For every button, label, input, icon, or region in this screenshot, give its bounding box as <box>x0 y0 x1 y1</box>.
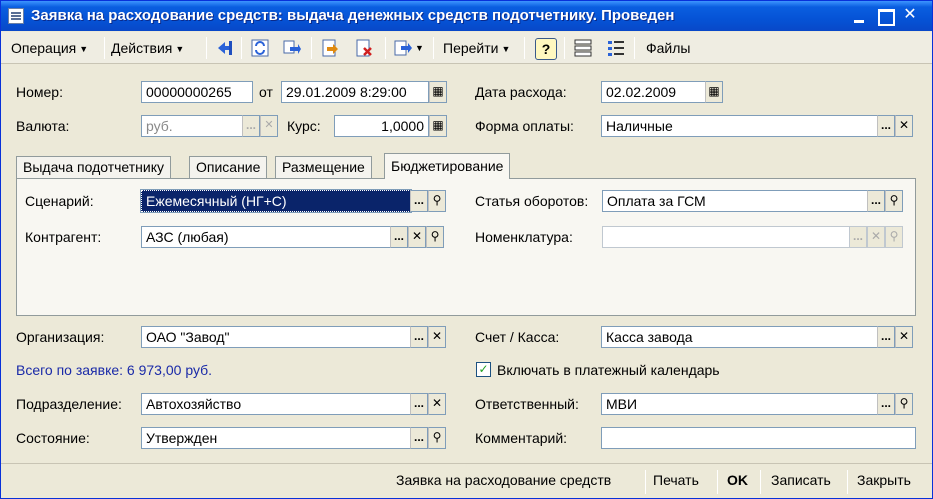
maximize-button[interactable] <box>874 5 896 27</box>
select-button-icon[interactable]: ... <box>877 115 895 137</box>
select-button-icon[interactable]: ... <box>867 190 885 212</box>
tab-description[interactable]: Описание <box>189 156 268 179</box>
document-date-field[interactable]: 29.01.2009 8:29:00 <box>281 81 429 103</box>
open-search-icon[interactable]: ⚲ <box>426 226 444 248</box>
comment-label: Комментарий: <box>475 430 568 446</box>
account-label: Счет / Касса: <box>475 329 560 345</box>
select-button-icon[interactable]: ... <box>877 393 895 415</box>
tab-issue-to-accountable[interactable]: Выдача подотчетнику <box>16 156 171 179</box>
open-search-icon[interactable]: ⚲ <box>885 190 903 212</box>
rate-label: Курс: <box>287 118 321 134</box>
calendar-icon[interactable]: ▦ <box>705 81 723 103</box>
copy-arrows-icon[interactable] <box>282 38 302 58</box>
clear-icon[interactable]: ✕ <box>428 326 446 348</box>
state-field[interactable]: Утвержден <box>141 427 411 449</box>
movements-list-icon[interactable] <box>606 38 626 58</box>
responsible-label: Ответственный: <box>475 396 579 412</box>
refresh-icon[interactable] <box>250 38 270 58</box>
select-button-icon[interactable]: ... <box>410 190 428 212</box>
print-button[interactable]: Печать <box>653 472 699 488</box>
actions-menu[interactable]: Действия ▼ <box>111 37 184 59</box>
currency-label: Валюта: <box>16 118 70 134</box>
contractor-label: Контрагент: <box>25 229 102 245</box>
help-button[interactable]: ? <box>535 38 557 60</box>
goto-menu[interactable]: Перейти ▼ <box>443 37 510 59</box>
scenario-field[interactable]: Ежемесячный (НГ+С) <box>140 189 412 213</box>
select-button-icon[interactable]: ... <box>410 427 428 449</box>
responsible-field[interactable]: МВИ <box>601 393 878 415</box>
open-search-icon[interactable]: ⚲ <box>428 190 446 212</box>
turnover-item-field[interactable]: Оплата за ГСМ <box>602 190 868 212</box>
open-search-icon[interactable]: ⚲ <box>885 226 903 248</box>
select-button-icon[interactable]: ... <box>410 326 428 348</box>
post-document-icon[interactable] <box>320 38 340 58</box>
state-label: Состояние: <box>16 430 90 446</box>
organization-label: Организация: <box>16 329 105 345</box>
clear-icon[interactable]: ✕ <box>428 393 446 415</box>
contractor-field[interactable]: АЗС (любая) <box>141 226 391 248</box>
select-button-icon[interactable]: ... <box>410 393 428 415</box>
dropdown-arrow-icon: ▼ <box>175 44 185 54</box>
clear-icon[interactable]: ✕ <box>895 326 913 348</box>
number-label: Номер: <box>16 84 63 100</box>
select-button-icon[interactable]: ... <box>390 226 408 248</box>
expense-date-label: Дата расхода: <box>475 84 567 100</box>
total-amount-text: Всего по заявке: 6 973,00 руб. <box>16 362 213 378</box>
calculator-icon[interactable]: ▦ <box>429 115 447 137</box>
turnover-item-label: Статья оборотов: <box>475 193 589 209</box>
document-window: Заявка на расходование средств: выдача д… <box>0 0 933 499</box>
tab-budgeting[interactable]: Бюджетирование <box>384 153 511 179</box>
title-bar[interactable]: Заявка на расходование средств: выдача д… <box>1 1 932 31</box>
open-search-icon[interactable]: ⚲ <box>428 427 446 449</box>
select-button-icon[interactable]: ... <box>849 226 867 248</box>
payment-form-field[interactable]: Наличные <box>601 115 878 137</box>
unpost-document-icon[interactable] <box>354 38 374 58</box>
include-calendar-label[interactable]: Включать в платежный календарь <box>497 362 720 378</box>
department-field[interactable]: Автохозяйство <box>141 393 411 415</box>
select-button-icon[interactable]: ... <box>877 326 895 348</box>
document-icon <box>8 8 24 24</box>
dropdown-arrow-icon[interactable]: ▼ <box>415 37 424 59</box>
scenario-label: Сценарий: <box>25 193 94 209</box>
organization-field[interactable]: ОАО "Завод" <box>141 326 411 348</box>
department-label: Подразделение: <box>16 396 122 412</box>
close-button[interactable]: Закрыть <box>857 472 911 488</box>
close-window-button[interactable]: ✕ <box>899 5 921 27</box>
minimize-button[interactable] <box>849 5 871 27</box>
account-field[interactable]: Касса завода <box>601 326 878 348</box>
clear-icon[interactable]: ✕ <box>895 115 913 137</box>
based-on-icon[interactable] <box>393 38 413 58</box>
from-label: от <box>259 84 273 100</box>
payment-form-label: Форма оплаты: <box>475 118 574 134</box>
expense-date-field[interactable]: 02.02.2009 <box>601 81 707 103</box>
toolbar: Операция ▼ Действия ▼ ▼ Перейти ▼ ? Файл… <box>1 32 932 64</box>
print-form-button[interactable]: Заявка на расходование средств <box>396 472 611 488</box>
calendar-icon[interactable]: ▦ <box>429 81 447 103</box>
files-button[interactable]: Файлы <box>646 37 690 59</box>
comment-field[interactable] <box>601 427 916 449</box>
nomenclature-label: Номенклатура: <box>475 229 573 245</box>
include-calendar-checkbox[interactable]: ✓ <box>476 362 491 377</box>
check-icon: ✓ <box>478 362 489 376</box>
structure-icon[interactable] <box>573 38 593 58</box>
rate-field[interactable]: 1,0000 <box>334 115 429 137</box>
tab-placement[interactable]: Размещение <box>275 156 372 179</box>
number-field[interactable]: 00000000265 <box>141 81 253 103</box>
nomenclature-field[interactable] <box>602 226 850 248</box>
bottom-command-bar: Заявка на расходование средств Печать OK… <box>1 463 932 498</box>
dropdown-arrow-icon: ▼ <box>79 44 89 54</box>
currency-field[interactable]: руб. <box>141 115 243 137</box>
clear-icon[interactable]: ✕ <box>867 226 885 248</box>
back-arrow-icon[interactable] <box>215 38 235 58</box>
operation-menu[interactable]: Операция ▼ <box>11 37 88 59</box>
clear-icon[interactable]: ✕ <box>408 226 426 248</box>
save-button[interactable]: Записать <box>771 472 831 488</box>
dropdown-arrow-icon: ▼ <box>501 44 511 54</box>
ok-button[interactable]: OK <box>727 472 748 488</box>
open-search-icon[interactable]: ⚲ <box>895 393 913 415</box>
select-button-icon[interactable]: ... <box>242 115 260 137</box>
clear-icon[interactable]: ✕ <box>260 115 278 137</box>
window-title: Заявка на расходование средств: выдача д… <box>31 7 675 24</box>
